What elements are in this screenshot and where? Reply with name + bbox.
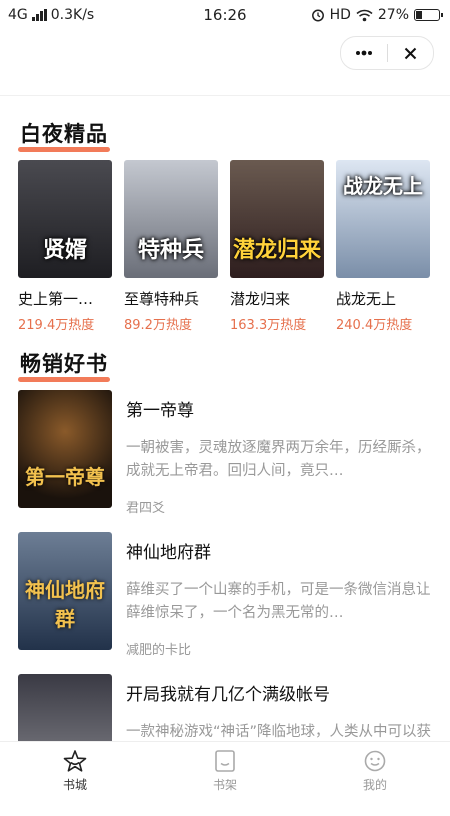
- book-author: 君四爻: [126, 501, 166, 516]
- book-cover[interactable]: 潜龙归来: [230, 160, 324, 278]
- book-cover[interactable]: 贤婿: [18, 160, 112, 278]
- tab-label: 书城: [62, 778, 87, 792]
- book-heat: 163.3万热度: [230, 318, 307, 333]
- tab-label: 书架: [212, 778, 237, 792]
- book-cover[interactable]: 神仙地府群: [18, 532, 112, 650]
- book-title: 第一帝尊: [126, 401, 194, 421]
- tab-profile[interactable]: 我的: [300, 742, 450, 800]
- battery-icon: [414, 9, 443, 21]
- hd-label: HD: [329, 7, 351, 23]
- bookshelf-icon: [215, 750, 235, 772]
- list-item[interactable]: 神仙地府群 神仙地府群 薛维买了一个山寨的手机，可是一条微信消息让薛维惊呆了，一…: [18, 532, 432, 674]
- battery-percent: 27%: [377, 7, 409, 23]
- tab-label: 我的: [362, 778, 387, 792]
- wifi-icon: [356, 9, 373, 21]
- book-info: 神仙地府群 薛维买了一个山寨的手机，可是一条微信消息让薛维惊呆了，一个名为黑无常…: [126, 532, 432, 674]
- book-heat: 219.4万热度: [18, 318, 95, 333]
- book-description: 一朝被害，灵魂放逐魔界两万余年，历经厮杀，成就无上帝君。回归人间，竟只…: [126, 440, 431, 479]
- book-heat: 240.4万热度: [336, 318, 413, 333]
- tab-bookstore[interactable]: 书城: [0, 742, 150, 800]
- book-title: 神仙地府群: [126, 543, 211, 563]
- profile-face-icon: [364, 750, 386, 772]
- section-title-featured: 白夜精品: [18, 118, 110, 152]
- book-title: 战龙无上: [336, 290, 397, 308]
- book-cover[interactable]: 特种兵: [124, 160, 218, 278]
- book-cover[interactable]: 战龙无上: [336, 160, 430, 278]
- book-author: 减肥的卡比: [126, 643, 192, 658]
- book-info: 第一帝尊 一朝被害，灵魂放逐魔界两万余年，历经厮杀，成就无上帝君。回归人间，竟只…: [126, 390, 432, 532]
- featured-book-card[interactable]: 潜龙归来 潜龙归来 163.3万热度: [230, 160, 324, 333]
- status-bar: 4G 0.3K/s 16:26 HD 27%: [0, 0, 450, 30]
- bookstore-star-icon: [63, 750, 87, 772]
- book-heat: 89.2万热度: [124, 318, 192, 333]
- status-right: HD 27%: [311, 7, 443, 23]
- book-title: 开局我就有几亿个满级帐号: [126, 685, 330, 705]
- featured-book-card[interactable]: 特种兵 至尊特种兵 89.2万热度: [124, 160, 218, 333]
- close-icon[interactable]: [388, 37, 434, 69]
- featured-grid: 贤婿 史上第一… 219.4万热度 特种兵 至尊特种兵 89.2万热度 潜龙归来…: [18, 160, 430, 333]
- book-title: 潜龙归来: [230, 290, 291, 308]
- miniprogram-capsule: [340, 36, 434, 70]
- alarm-icon: [311, 9, 324, 22]
- featured-book-card[interactable]: 战龙无上 战龙无上 240.4万热度: [336, 160, 430, 333]
- book-title: 至尊特种兵: [124, 290, 200, 308]
- book-cover[interactable]: 第一帝尊: [18, 390, 112, 508]
- title-underline: [18, 147, 110, 152]
- tab-bookshelf[interactable]: 书架: [150, 742, 300, 800]
- section-title-bestsellers: 畅销好书: [18, 348, 110, 382]
- more-dots-icon[interactable]: [341, 37, 387, 69]
- header-divider: [0, 95, 450, 96]
- title-underline: [18, 377, 110, 382]
- book-description: 薛维买了一个山寨的手机，可是一条微信消息让薛维惊呆了，一个名为黑无常的…: [126, 582, 431, 621]
- book-title: 史上第一…: [18, 290, 94, 308]
- featured-book-card[interactable]: 贤婿 史上第一… 219.4万热度: [18, 160, 112, 333]
- bottom-tab-bar: 书城 书架 我的: [0, 741, 450, 800]
- list-item[interactable]: 第一帝尊 第一帝尊 一朝被害，灵魂放逐魔界两万余年，历经厮杀，成就无上帝君。回归…: [18, 390, 432, 532]
